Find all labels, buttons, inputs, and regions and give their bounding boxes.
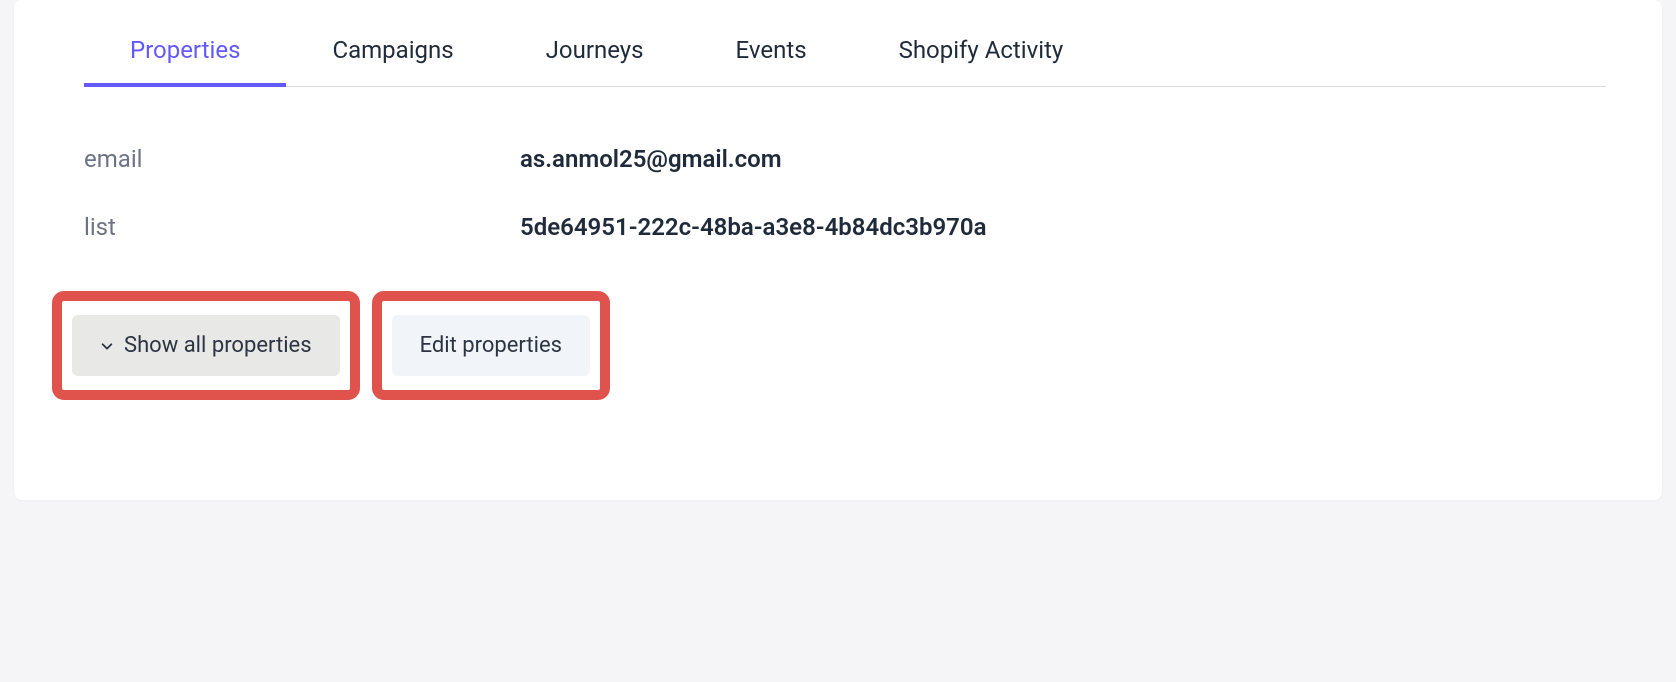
tab-label: Events (736, 36, 807, 64)
tab-label: Properties (130, 36, 240, 64)
tab-label: Journeys (546, 36, 644, 64)
properties-card: Properties Campaigns Journeys Events Sho… (14, 0, 1662, 500)
property-label-email: email (84, 145, 520, 173)
show-all-properties-button[interactable]: Show all properties (72, 315, 340, 376)
properties-body: email as.anmol25@gmail.com list 5de64951… (14, 87, 1662, 241)
chevron-down-icon (100, 339, 114, 353)
tab-label: Campaigns (332, 36, 453, 64)
actions-row: Show all properties Edit properties (14, 291, 1662, 400)
property-label-list: list (84, 213, 520, 241)
show-all-properties-label: Show all properties (124, 333, 312, 358)
property-row: list 5de64951-222c-48ba-a3e8-4b84dc3b970… (84, 213, 1592, 241)
tab-campaigns[interactable]: Campaigns (286, 0, 499, 86)
edit-properties-button[interactable]: Edit properties (392, 315, 590, 376)
tabs-bar: Properties Campaigns Journeys Events Sho… (84, 0, 1606, 87)
property-value-list: 5de64951-222c-48ba-a3e8-4b84dc3b970a (520, 213, 986, 241)
highlight-edit: Edit properties (372, 291, 610, 400)
tab-shopify-activity[interactable]: Shopify Activity (853, 0, 1110, 86)
tab-label: Shopify Activity (899, 36, 1064, 64)
tab-properties[interactable]: Properties (84, 0, 286, 86)
tab-journeys[interactable]: Journeys (500, 0, 690, 86)
edit-properties-label: Edit properties (420, 333, 562, 358)
tab-events[interactable]: Events (690, 0, 853, 86)
property-value-email: as.anmol25@gmail.com (520, 145, 782, 173)
highlight-show-all: Show all properties (52, 291, 360, 400)
property-row: email as.anmol25@gmail.com (84, 145, 1592, 173)
